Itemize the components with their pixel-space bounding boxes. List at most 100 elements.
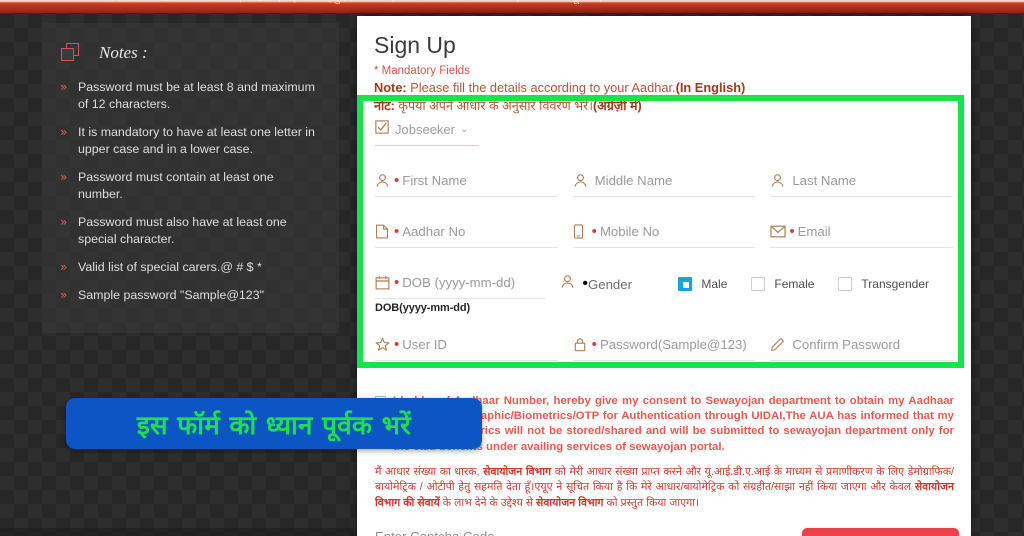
password-placeholder: Password(Sample@123) xyxy=(599,337,747,352)
middle-name-field[interactable]: Middle Name xyxy=(572,167,756,197)
gender-option-transgender[interactable]: Transgender xyxy=(838,277,929,291)
captcha-placeholder: Enter Captcha Code xyxy=(375,529,495,536)
aadhar-no-placeholder: Aadhar No xyxy=(402,224,466,239)
pencil-icon xyxy=(770,337,792,352)
user-icon xyxy=(770,173,792,188)
page-title: Sign Up xyxy=(374,32,456,58)
signup-form: Jobseeker ⌄ • First Name Middle Name Las… xyxy=(357,120,971,361)
notes-heading: Notes : xyxy=(99,43,148,62)
note-text: Password must also have at least one spe… xyxy=(78,215,287,246)
consent-hi-part-1: मैं आधार संख्या का धारक, xyxy=(375,465,484,478)
gender-option-label: Male xyxy=(701,277,728,291)
gender-option-label: Female xyxy=(774,277,815,291)
first-name-placeholder: First Name xyxy=(402,173,467,188)
consent-hi-part-4: को प्रस्तुत किया जाएगा। xyxy=(603,496,700,509)
aadhar-no-field[interactable]: • Aadhar No xyxy=(375,218,558,248)
note-text: It is mandatory to have at least one let… xyxy=(78,125,315,156)
chevron-double-right-icon: » xyxy=(60,125,68,139)
checkbox-checked-icon xyxy=(375,120,395,139)
captcha-row: Enter Captcha Code ✓ Verify Aadhar No xyxy=(357,528,971,536)
note-hindi-tail: (अंग्रेज़ी में) xyxy=(592,99,642,113)
verify-aadhar-button[interactable]: ✓ Verify Aadhar No xyxy=(802,528,959,536)
notes-panel: Notes : » Password must be at least 8 an… xyxy=(42,23,339,333)
gender-group: • Gender Male Female Transgender xyxy=(560,269,953,299)
password-field[interactable]: • Password(Sample@123) xyxy=(572,331,756,361)
user-icon xyxy=(573,173,595,188)
note-text: Sample password "Sample@123" xyxy=(78,288,264,302)
chevron-down-icon: ⌄ xyxy=(459,124,469,135)
instruction-banner-text: इस फॉर्म को ध्यान पूर्वक भरें xyxy=(136,410,412,441)
list-item: » Password must also have at least one s… xyxy=(60,214,319,248)
gender-label: Gender xyxy=(587,276,632,292)
note-english-tail: (In English) xyxy=(675,80,746,95)
note-hindi-label: नोट: xyxy=(374,99,395,113)
note-text: Valid list of special carers.@ # $ * xyxy=(78,260,262,274)
top-banner-text: सेवायोजन पोर्टल पर पंजीकरण, संख्या एवं ई… xyxy=(106,0,936,4)
consent-hi-part-3: के लाभ देने के उद्देश्य से xyxy=(439,496,537,509)
gender-option-label: Transgender xyxy=(861,277,929,291)
email-field[interactable]: • Email xyxy=(770,218,954,248)
user-type-value: Jobseeker xyxy=(395,122,455,137)
dob-gender-row: • DOB (yyyy-mm-dd) • Gender Male Female … xyxy=(357,269,971,299)
user-id-field[interactable]: • User ID xyxy=(375,331,558,361)
user-type-select[interactable]: Jobseeker ⌄ xyxy=(375,120,479,146)
dob-field[interactable]: • DOB (yyyy-mm-dd) xyxy=(375,269,546,299)
required-marker: • xyxy=(789,222,795,240)
first-name-field[interactable]: • First Name xyxy=(375,167,558,197)
dob-format-hint: DOB(yyyy-mm-dd) xyxy=(375,302,471,314)
chevron-double-right-icon: » xyxy=(60,260,68,274)
bottom-dark-strip xyxy=(0,528,357,536)
checkbox-male[interactable] xyxy=(678,277,693,291)
note-hindi-text: कृपया अपने आधार के अनुसार विवरण भरे। xyxy=(394,99,593,113)
stacked-squares-icon xyxy=(61,43,83,63)
consent-hi-bold-3: सेवायोजन विभाग xyxy=(536,496,604,509)
signup-card: Sign Up * Mandatory Fields Note: Please … xyxy=(357,16,971,536)
last-name-field[interactable]: Last Name xyxy=(770,167,954,197)
list-item: » Sample password "Sample@123" xyxy=(60,287,319,304)
middle-name-placeholder: Middle Name xyxy=(594,173,673,188)
chevron-double-right-icon: » xyxy=(60,170,68,184)
list-item: » Password must contain at least one num… xyxy=(60,169,319,203)
identity-row: • Aadhar No • Mobile No • Email xyxy=(357,218,971,248)
confirm-password-placeholder: Confirm Password xyxy=(792,337,901,352)
consent-hindi-text: मैं आधार संख्या का धारक, सेवायोजन विभाग … xyxy=(375,465,954,512)
checkbox-female[interactable] xyxy=(751,277,766,291)
credentials-row: • User ID • Password(Sample@123) Confirm… xyxy=(357,331,971,361)
chevron-double-right-icon: » xyxy=(60,215,68,229)
gender-label-wrap: • Gender xyxy=(560,274,678,294)
mobile-no-field[interactable]: • Mobile No xyxy=(572,218,756,248)
email-placeholder: Email xyxy=(797,224,831,239)
instruction-banner: इस फॉर्म को ध्यान पूर्वक भरें xyxy=(66,398,482,449)
notes-list: » Password must be at least 8 and maximu… xyxy=(42,79,339,304)
required-marker: • xyxy=(394,171,400,189)
gender-option-female[interactable]: Female xyxy=(751,277,814,291)
required-marker: • xyxy=(591,335,597,353)
checkbox-transgender[interactable] xyxy=(838,277,853,291)
required-marker: • xyxy=(394,335,400,353)
note-english-text: Please fill the details according to you… xyxy=(406,80,676,95)
confirm-password-field[interactable]: Confirm Password xyxy=(770,331,954,361)
note-text: Password must be at least 8 and maximum … xyxy=(78,80,315,111)
required-marker: • xyxy=(394,222,400,240)
note-english-label: Note: xyxy=(374,80,407,95)
chevron-double-right-icon: » xyxy=(60,288,68,302)
required-marker: • xyxy=(394,273,400,291)
last-name-placeholder: Last Name xyxy=(792,173,857,188)
gender-option-male[interactable]: Male xyxy=(678,277,727,291)
mobile-no-placeholder: Mobile No xyxy=(599,224,660,239)
note-english: Note: Please fill the details according … xyxy=(357,79,971,96)
site-top-banner: सेवायोजन पोर्टल पर पंजीकरण, संख्या एवं ई… xyxy=(0,0,1024,13)
list-item: » Valid list of special carers.@ # $ * xyxy=(60,259,319,276)
note-hindi: नोट: कृपया अपने आधार के अनुसार विवरण भरे… xyxy=(357,96,971,115)
chevron-double-right-icon: » xyxy=(60,80,68,94)
note-text: Password must contain at least one numbe… xyxy=(78,170,274,201)
captcha-input[interactable]: Enter Captcha Code xyxy=(375,528,705,536)
mandatory-fields-note: * Mandatory Fields xyxy=(374,65,470,77)
list-item: » Password must be at least 8 and maximu… xyxy=(60,79,319,113)
notes-header: Notes : xyxy=(42,23,339,67)
dob-placeholder: DOB (yyyy-mm-dd) xyxy=(402,275,516,290)
user-id-placeholder: User ID xyxy=(402,337,447,352)
